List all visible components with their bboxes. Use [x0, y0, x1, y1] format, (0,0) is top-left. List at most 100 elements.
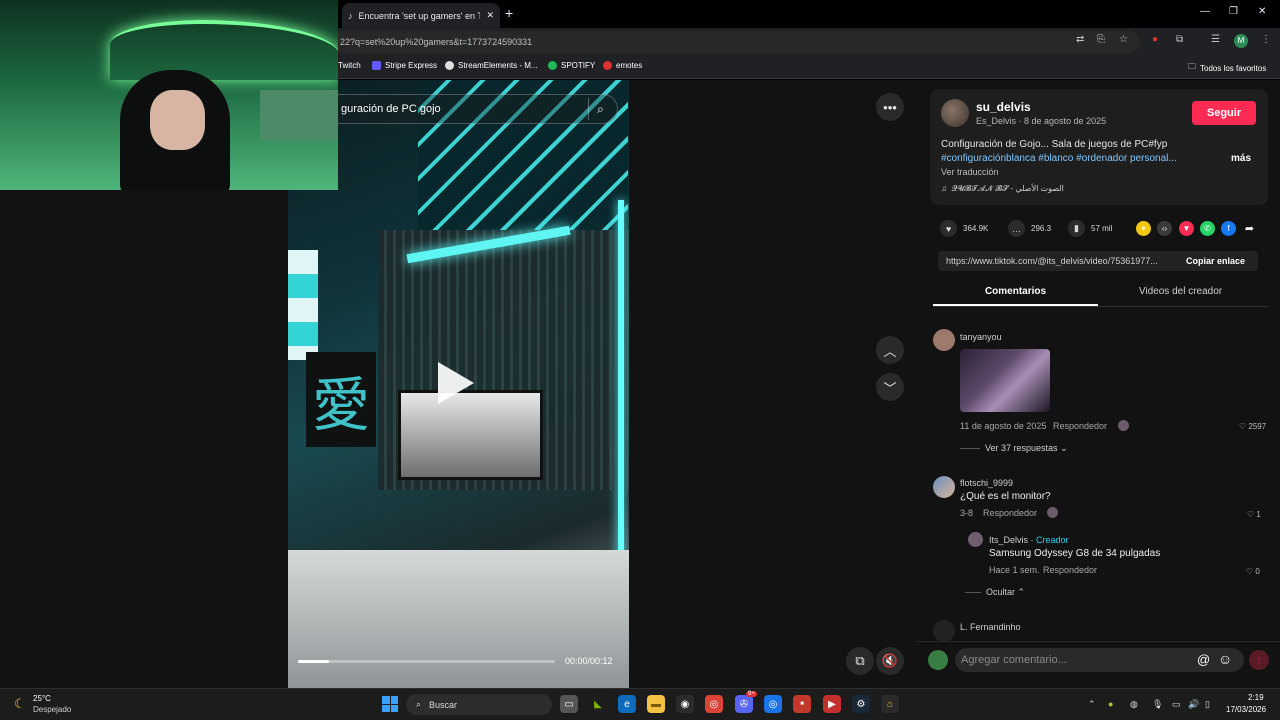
search-button[interactable]: ⌕: [588, 98, 612, 120]
like-button[interactable]: ♥ 364.9K: [940, 220, 988, 237]
app-icon[interactable]: ⌂: [881, 695, 899, 713]
tab-comments[interactable]: Comentarios: [933, 286, 1098, 297]
save-button[interactable]: ▮ 57 mil: [1068, 220, 1112, 237]
steam-icon[interactable]: ⚙: [852, 695, 870, 713]
more-button[interactable]: más: [1231, 153, 1251, 164]
follow-button[interactable]: Seguir: [1192, 101, 1256, 125]
video-progress-bar[interactable]: [298, 660, 555, 663]
github-icon[interactable]: ◉: [676, 695, 694, 713]
play-icon[interactable]: [438, 362, 474, 404]
maximize-button[interactable]: ❐: [1229, 6, 1238, 17]
weather-description[interactable]: Despejado: [33, 705, 71, 714]
task-view-icon[interactable]: ▭: [560, 695, 578, 713]
tab-creator-videos[interactable]: Videos del creador: [1098, 286, 1263, 297]
edge-icon[interactable]: e: [618, 695, 636, 713]
mute-button[interactable]: 🔇: [876, 647, 904, 675]
author-username[interactable]: su_delvis: [976, 100, 1031, 114]
comment-like[interactable]: ♡ 2597: [1239, 422, 1266, 431]
commenter-avatar[interactable]: [933, 476, 955, 498]
weather-temperature[interactable]: 25°C: [33, 694, 51, 703]
reply-like[interactable]: ♡ 0: [1246, 567, 1260, 576]
send-comment-button[interactable]: ↑: [1249, 650, 1269, 670]
send-icon[interactable]: ▼: [1179, 221, 1194, 236]
nvidia-icon[interactable]: ◣: [589, 695, 607, 713]
bookmark-stripe[interactable]: Stripe Express: [372, 61, 437, 70]
menu-kebab-icon[interactable]: ⋮: [1261, 34, 1271, 45]
comment-button[interactable]: … 296.3: [1008, 220, 1051, 237]
browser-tab[interactable]: ♪ Encuentra 'set up gamers' en Ti ✕: [342, 3, 500, 28]
extension-icon[interactable]: ●: [1152, 34, 1158, 45]
close-window-button[interactable]: ✕: [1258, 6, 1266, 17]
previous-video-button[interactable]: ︿: [876, 336, 904, 364]
bookmark-twitch[interactable]: Twitch: [338, 61, 361, 70]
next-video-button[interactable]: ﹀: [876, 373, 904, 401]
post-date: 8 de agosto de 2025: [1024, 116, 1107, 126]
commenter-name[interactable]: L. Fernandinho: [960, 622, 1021, 632]
tray-ghost-icon[interactable]: ◍: [1130, 699, 1138, 710]
comment-image[interactable]: [960, 349, 1050, 412]
bookmark-emotes[interactable]: emotes: [603, 61, 642, 70]
reply-button[interactable]: Respondedor: [1053, 421, 1107, 431]
all-favorites[interactable]: 🗀 Todos los favoritos: [1188, 61, 1266, 75]
clock-time[interactable]: 2:19: [1248, 693, 1264, 702]
hide-replies-button[interactable]: Ocultar ⌃: [986, 587, 1025, 598]
emoji-icon[interactable]: ☺: [1218, 651, 1232, 667]
tab-close-icon[interactable]: ✕: [486, 10, 494, 21]
share-arrow-icon[interactable]: ➦: [1242, 221, 1257, 236]
reading-list-icon[interactable]: ☰: [1211, 34, 1220, 45]
discord-icon[interactable]: ✇: [735, 695, 753, 713]
windows-start-icon[interactable]: [382, 696, 398, 712]
bitrate-app-icon[interactable]: ■: [793, 695, 811, 713]
reply-avatar[interactable]: [968, 532, 983, 547]
more-options-button[interactable]: •••: [876, 93, 904, 121]
streaming-app-icon[interactable]: ▶: [823, 695, 841, 713]
tray-app-icon[interactable]: ●: [1108, 699, 1113, 709]
microphone-icon[interactable]: 🎙: [1152, 699, 1163, 710]
file-explorer-icon[interactable]: ▬: [647, 695, 665, 713]
translate-icon[interactable]: ⇄: [1076, 34, 1084, 45]
commenter-avatar[interactable]: [933, 329, 955, 351]
facebook-icon[interactable]: f: [1221, 221, 1236, 236]
comment-like[interactable]: ♡ 1: [1247, 510, 1261, 519]
install-icon[interactable]: ⎘: [1097, 34, 1105, 45]
bookmark-star-icon[interactable]: ☆: [1119, 34, 1128, 45]
battery-icon[interactable]: ▯: [1205, 699, 1210, 710]
embed-icon[interactable]: ‹›: [1157, 221, 1172, 236]
extensions-puzzle-icon[interactable]: ⧉: [1176, 34, 1183, 45]
profile-avatar[interactable]: M: [1234, 34, 1248, 48]
music-note-icon: ♫: [941, 184, 947, 193]
pip-button[interactable]: ⧉: [846, 647, 874, 675]
bookmark-streamelements[interactable]: StreamElements - M...: [445, 61, 538, 70]
bookmark-label: Stripe Express: [385, 61, 438, 70]
new-tab-button[interactable]: +: [505, 5, 513, 21]
post-hashtags[interactable]: #configuraciónblanca #blanco #ordenador …: [941, 153, 1213, 164]
music-link[interactable]: ♫ 𝓠𝓤𝓑𝓣𝓐𝓝 𝓑𝓢 - الصوت الأصلي: [941, 184, 1064, 194]
heart-outline-icon: ♡: [1247, 510, 1255, 519]
reply-author[interactable]: Its_Delvis · Creador: [989, 535, 1069, 545]
author-avatar[interactable]: [941, 99, 969, 127]
view-replies-button[interactable]: Ver 37 respuestas ⌄: [985, 443, 1068, 454]
translate-link[interactable]: Ver traducción: [941, 167, 999, 177]
minimize-button[interactable]: —: [1200, 6, 1210, 17]
clock-date[interactable]: 17/03/2026: [1226, 705, 1266, 714]
reply-button[interactable]: Respondedor: [983, 508, 1037, 518]
commenter-name[interactable]: tanyanyou: [960, 332, 1002, 342]
bookmark-label: StreamElements - M...: [458, 61, 538, 70]
comment-count: 296.3: [1031, 224, 1052, 233]
mention-icon[interactable]: @: [1197, 652, 1210, 667]
share-coin-icon[interactable]: ✦: [1136, 221, 1151, 236]
volume-icon[interactable]: 🔊: [1188, 699, 1199, 710]
tray-chevron-icon[interactable]: ⌃: [1088, 699, 1096, 710]
whatsapp-icon[interactable]: ✆: [1200, 221, 1215, 236]
chrome-active-icon[interactable]: ◎: [764, 695, 782, 713]
taskbar-search[interactable]: ⌕ Buscar: [406, 694, 552, 715]
reply-button[interactable]: Respondedor: [1043, 565, 1097, 575]
weather-moon-icon[interactable]: ☾: [14, 696, 26, 712]
network-icon[interactable]: ▭: [1172, 699, 1181, 710]
chrome-icon[interactable]: ◎: [705, 695, 723, 713]
copy-link-button[interactable]: Copiar enlace: [1173, 256, 1258, 266]
bookmark-spotify[interactable]: SPOTIFY: [548, 61, 595, 70]
commenter-avatar[interactable]: [933, 620, 955, 642]
commenter-name[interactable]: flotschi_9999: [960, 478, 1013, 488]
address-bar[interactable]: 22?q=set%20up%20gamers&t=1773724590331: [330, 31, 1140, 53]
